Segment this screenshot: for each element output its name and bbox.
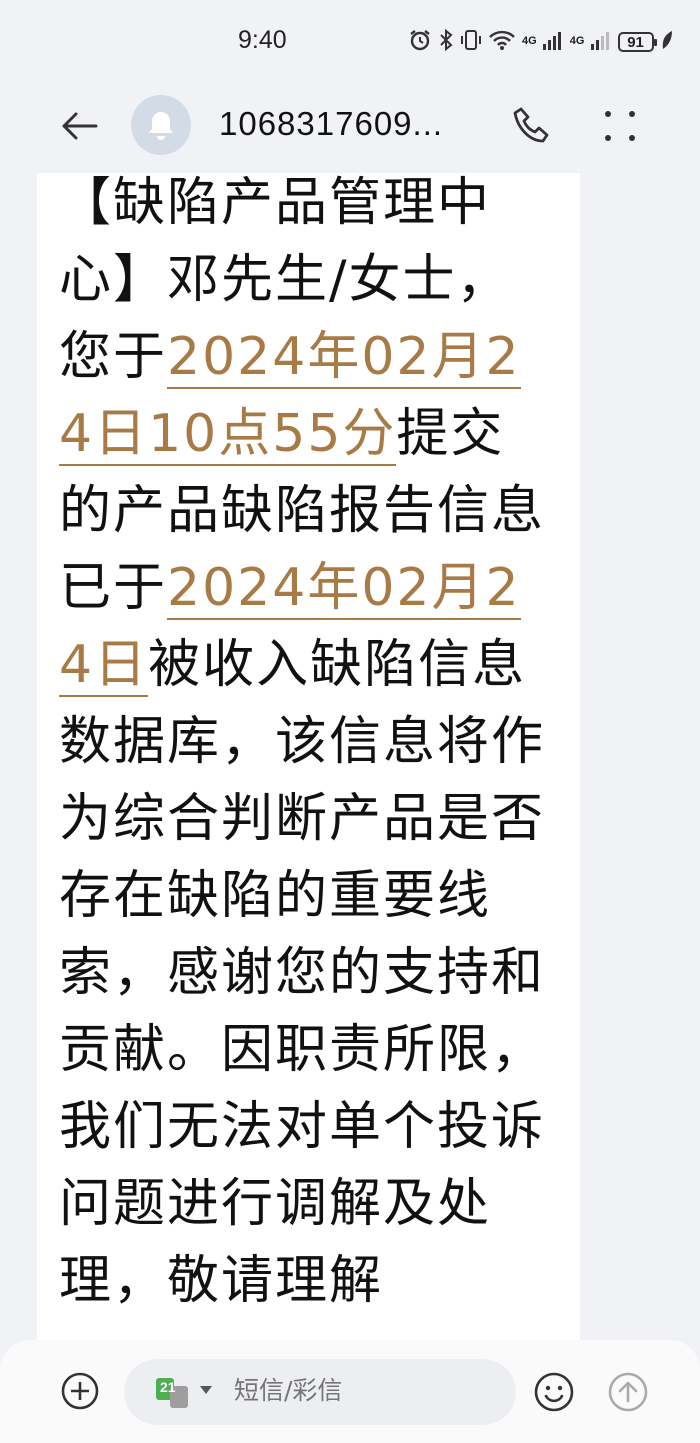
bluetooth-icon [438, 28, 454, 56]
message-bubble[interactable]: 【缺陷产品管理中心】邓先生/女士，您于2024年02月24日10点55分提交的产… [37, 173, 580, 1373]
emoji-icon [534, 1372, 574, 1412]
message-text: 【缺陷产品管理中心】邓先生/女士，您于2024年02月24日10点55分提交的产… [59, 173, 549, 1320]
message-input-pill[interactable]: 21 [124, 1359, 516, 1425]
signal-icon: 4G [522, 29, 564, 55]
sim-badge: 21 [154, 1376, 194, 1410]
message-input[interactable] [234, 1376, 494, 1405]
compose-bar: 21 [0, 1340, 700, 1443]
status-bar: 9:40 4G 4G 91 [0, 0, 700, 80]
conversation-header: 1068317609... [0, 80, 700, 170]
back-button[interactable] [58, 104, 102, 148]
plus-circle-icon [61, 1372, 99, 1410]
status-icons: 4G 4G 91 [408, 27, 674, 57]
battery-icon: 91 [617, 32, 657, 52]
send-button[interactable] [606, 1370, 650, 1414]
contact-number[interactable]: 1068317609... [219, 105, 443, 143]
vibrate-icon [460, 28, 482, 56]
more-options-button[interactable] [600, 104, 640, 148]
leaf-icon [660, 29, 674, 55]
status-time: 9:40 [238, 26, 287, 54]
bell-icon [149, 112, 173, 140]
call-button[interactable] [511, 104, 555, 148]
back-arrow-icon [62, 112, 98, 140]
message-segment: 被收入缺陷信息数据库，该信息将作为综合判断产品是否存在缺陷的重要线索，感谢您的支… [59, 635, 546, 1234]
alarm-icon [408, 28, 432, 56]
attach-button[interactable] [60, 1371, 100, 1411]
sim-selector[interactable]: 21 [154, 1376, 194, 1410]
phone-icon [513, 107, 549, 143]
send-arrow-icon [608, 1372, 648, 1412]
wifi-icon [488, 29, 516, 55]
signal-icon: 4G [570, 29, 612, 55]
emoji-button[interactable] [532, 1370, 576, 1414]
avatar[interactable] [131, 95, 191, 155]
more-dots-icon [605, 111, 635, 141]
chevron-down-icon[interactable] [200, 1386, 212, 1394]
sim-badge-text: 21 [160, 1379, 176, 1395]
